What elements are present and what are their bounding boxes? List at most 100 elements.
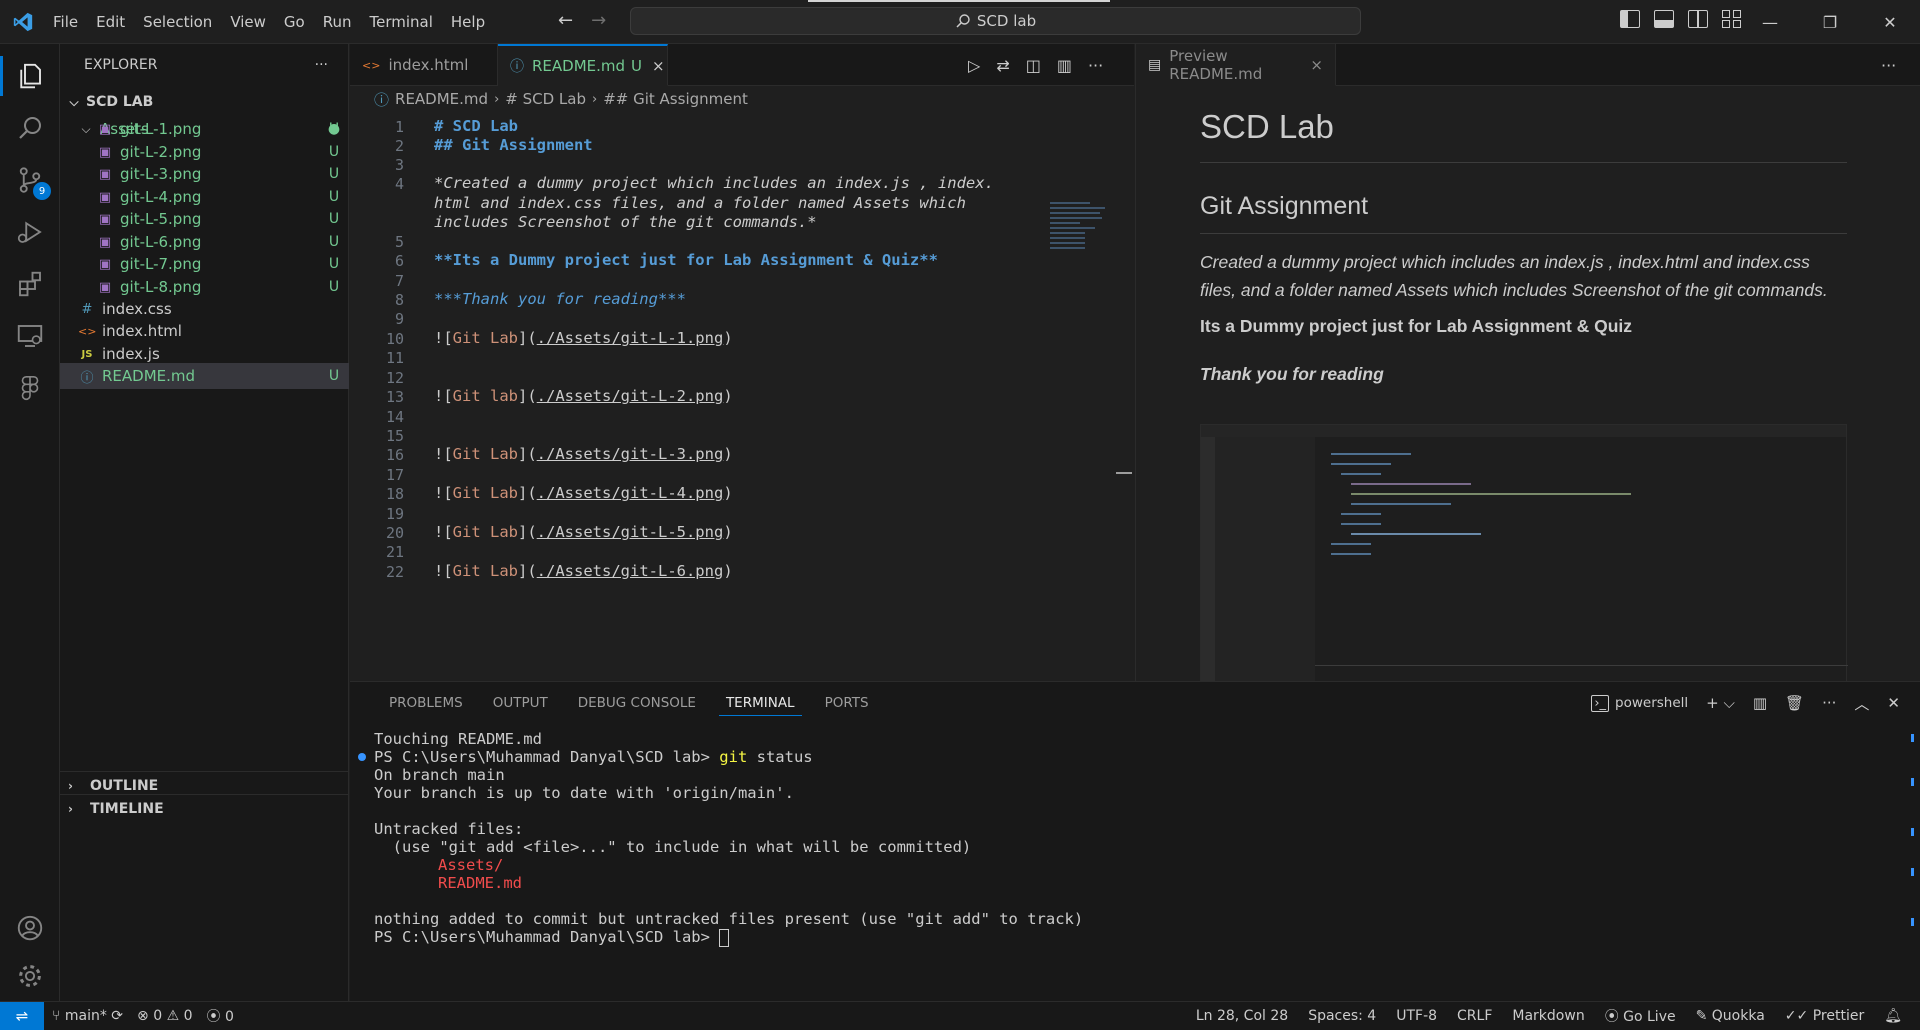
customize-layout-icon[interactable] <box>1722 10 1742 28</box>
markdown-preview[interactable]: SCD Lab Git Assignment Created a dummy p… <box>1136 86 1920 681</box>
toggle-secondary-sidebar-icon[interactable] <box>1688 10 1708 28</box>
explorer-more-icon[interactable]: ··· <box>315 57 328 73</box>
run-icon[interactable]: ▷ <box>968 56 980 75</box>
toggle-panel-icon[interactable] <box>1654 10 1674 28</box>
prettier-button[interactable]: ✓✓ Prettier <box>1785 1008 1864 1024</box>
figma-activity[interactable] <box>0 362 60 414</box>
menu-view[interactable]: View <box>221 13 275 31</box>
breadcrumb: ⓘ README.md › # SCD Lab › ## Git Assignm… <box>350 86 1134 112</box>
accounts-activity[interactable] <box>0 902 60 954</box>
terminal-profile[interactable]: ›_ powershell <box>1591 694 1688 712</box>
close-tab-icon[interactable]: × <box>652 57 665 75</box>
menu-edit[interactable]: Edit <box>87 13 134 31</box>
more-actions-icon[interactable]: ··· <box>1881 56 1896 75</box>
menu-file[interactable]: File <box>44 13 87 31</box>
info-file-icon: ⓘ <box>374 90 390 109</box>
remote-explorer-activity[interactable] <box>0 310 60 362</box>
menu-selection[interactable]: Selection <box>134 13 221 31</box>
code-line: ## Git Assignment <box>434 136 593 154</box>
minimize-icon[interactable]: — <box>1740 0 1800 44</box>
breadcrumb-heading-1[interactable]: # SCD Lab <box>505 90 586 108</box>
explorer-sidebar: EXPLORER ··· ⌵ SCD LAB ⌵ Assets ● ▣ git-L… <box>60 44 349 1001</box>
more-actions-icon[interactable]: ··· <box>1822 694 1836 712</box>
tab-ports[interactable]: PORTS <box>810 682 884 724</box>
tab-terminal[interactable]: TERMINAL <box>711 682 810 724</box>
info-file-icon: ⓘ <box>80 370 94 386</box>
toggle-primary-sidebar-icon[interactable] <box>1620 10 1640 28</box>
code-editor[interactable]: 1 # SCD Lab 2 ## Git Assignment 3 4 *Cre… <box>350 112 1134 681</box>
menu-terminal[interactable]: Terminal <box>361 13 442 31</box>
quokka-icon: ✎ <box>1695 1008 1708 1024</box>
code-line-wrap: html and index.css files, and a folder n… <box>434 194 966 212</box>
line-number: 18 <box>385 485 404 504</box>
close-tab-icon[interactable]: × <box>1310 56 1323 74</box>
line-number: 2 <box>394 137 404 155</box>
encoding[interactable]: UTF-8 <box>1396 1008 1437 1024</box>
back-arrow-icon[interactable]: ← <box>558 10 573 31</box>
untracked-status: U <box>328 211 340 227</box>
breadcrumb-heading-2[interactable]: ## Git Assignment <box>603 90 748 108</box>
menu-go[interactable]: Go <box>275 13 314 31</box>
tab-index-html[interactable]: <> index.html <box>350 44 498 86</box>
tab-problems[interactable]: PROBLEMS <box>374 682 478 724</box>
restore-icon[interactable]: ❐ <box>1800 0 1860 44</box>
tab-readme-md[interactable]: ⓘ README.md U × <box>498 44 668 86</box>
extensions-activity[interactable] <box>0 258 60 310</box>
workspace-root[interactable]: ⌵ SCD LAB <box>60 89 349 115</box>
language-mode[interactable]: Markdown <box>1512 1008 1584 1024</box>
line-ending[interactable]: CRLF <box>1457 1008 1492 1024</box>
run-debug-activity[interactable] <box>0 206 60 258</box>
terminal-line: nothing added to commit but untracked fi… <box>374 910 1084 928</box>
window-controls: — ❐ ✕ <box>1740 0 1920 44</box>
scrollbar-marker <box>1911 918 1914 926</box>
open-preview-side-icon[interactable]: ◫ <box>1026 56 1041 75</box>
search-activity[interactable] <box>0 102 60 154</box>
untracked-status: U <box>328 256 340 272</box>
terminal-prompt-line: PS C:\Users\Muhammad Danyal\SCD lab> <box>374 928 730 947</box>
tab-debug-console[interactable]: DEBUG CONSOLE <box>563 682 711 724</box>
line-number: 9 <box>394 310 404 328</box>
navigation-arrows: ← → <box>558 10 606 31</box>
tab-preview-readme[interactable]: ▤ Preview README.md × <box>1136 44 1336 86</box>
explorer-activity[interactable] <box>0 50 60 102</box>
manage-activity[interactable] <box>0 950 60 1002</box>
file-readme-md[interactable]: ⓘ README.md U <box>60 363 349 389</box>
close-window-icon[interactable]: ✕ <box>1860 0 1920 44</box>
split-terminal-icon[interactable]: ▥ <box>1753 694 1767 712</box>
status-bar-left: ⑂ main* ⟳ ⊗ 0 ⚠ 0 ⦿ 0 <box>52 1002 234 1030</box>
problems-indicator[interactable]: ⊗ 0 ⚠ 0 <box>137 1008 193 1024</box>
command-center-search[interactable]: SCD lab <box>630 7 1361 35</box>
kill-terminal-icon[interactable]: 🗑 <box>1785 694 1804 712</box>
code-line: ![Git lab](./Assets/git-L-2.png) <box>434 387 733 406</box>
compare-changes-icon[interactable]: ⇄ <box>996 56 1009 75</box>
preview-paragraph: Created a dummy project which includes a… <box>1200 252 1828 300</box>
ports-indicator[interactable]: ⦿ 0 <box>207 1006 234 1026</box>
chevron-right-icon: › <box>68 778 73 793</box>
untracked-status: U <box>328 189 340 205</box>
branch-indicator[interactable]: ⑂ main* ⟳ <box>52 1008 123 1024</box>
command-decoration-icon[interactable] <box>358 753 366 761</box>
split-editor-icon[interactable]: ▥ <box>1057 56 1072 75</box>
tab-output[interactable]: OUTPUT <box>478 682 563 724</box>
indentation[interactable]: Spaces: 4 <box>1308 1008 1376 1024</box>
new-terminal-icon[interactable]: + ⌵ <box>1706 694 1735 712</box>
terminal-line: Touching README.md <box>374 730 542 748</box>
close-panel-icon[interactable]: ✕ <box>1887 694 1900 712</box>
search-icon <box>19 117 41 139</box>
timeline-section[interactable]: › TIMELINE <box>60 794 349 822</box>
cursor-position[interactable]: Ln 28, Col 28 <box>1196 1008 1288 1024</box>
breadcrumb-file[interactable]: README.md <box>395 90 488 108</box>
maximize-panel-icon[interactable]: ︿ <box>1854 693 1869 714</box>
notifications-bell-icon[interactable]: 🔔︎ <box>1884 1008 1902 1024</box>
quokka-button[interactable]: ✎ Quokka <box>1696 1008 1765 1024</box>
forward-arrow-icon[interactable]: → <box>591 10 606 31</box>
menu-help[interactable]: Help <box>442 13 494 31</box>
source-control-activity[interactable]: 9 <box>0 154 60 206</box>
line-number: 14 <box>385 407 404 426</box>
menu-run[interactable]: Run <box>314 13 361 31</box>
chevron-down-icon: ⌵ <box>69 94 79 109</box>
more-actions-icon[interactable]: ··· <box>1088 56 1103 75</box>
minimap[interactable] <box>1050 202 1110 272</box>
remote-indicator-icon[interactable]: ⇌ <box>0 1002 44 1030</box>
go-live-button[interactable]: ⦿ Go Live <box>1605 1006 1676 1026</box>
